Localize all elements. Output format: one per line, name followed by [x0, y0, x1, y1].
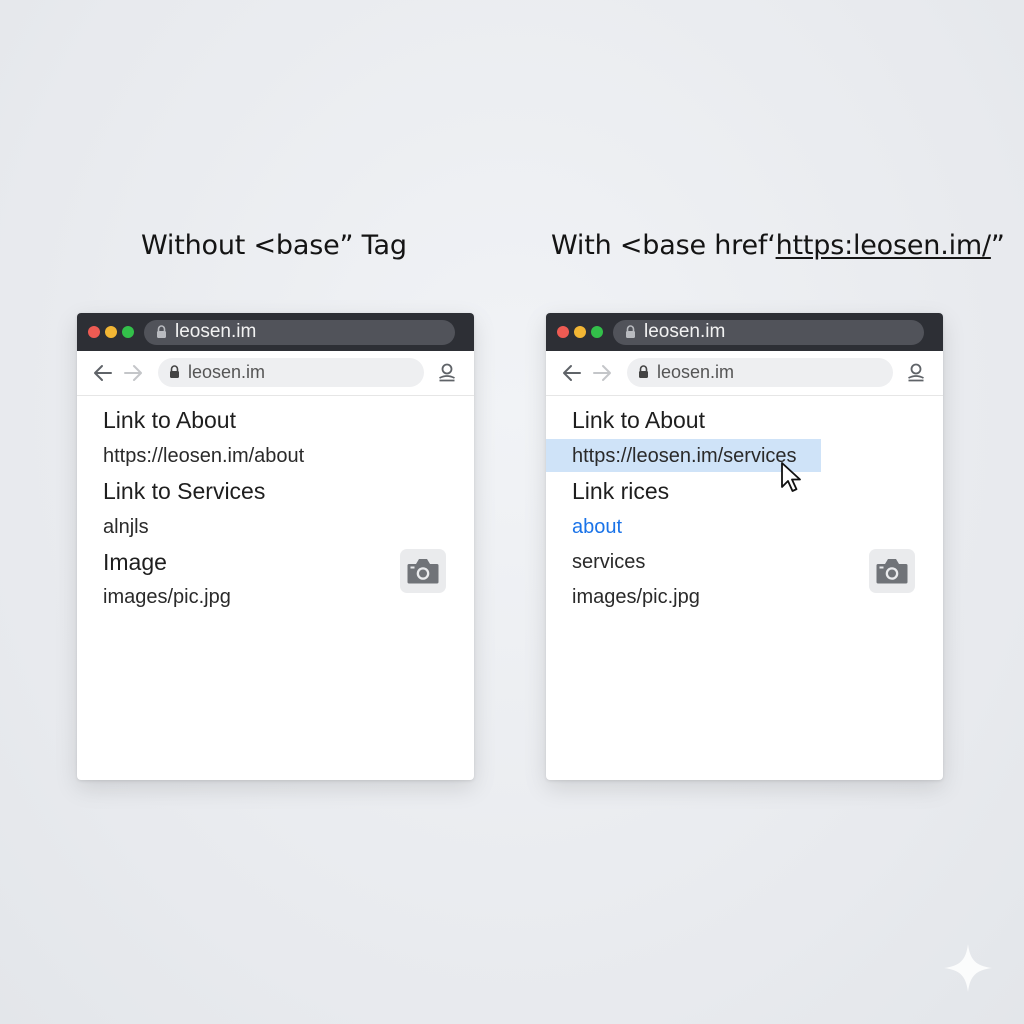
- maximize-window-button[interactable]: [122, 326, 134, 338]
- address-text: leosen.im: [188, 362, 266, 382]
- browser-tab[interactable]: leosen.im: [144, 320, 455, 345]
- minimize-window-button[interactable]: [574, 326, 586, 338]
- services-link[interactable]: services: [572, 551, 645, 574]
- link-to-services-label: Link to Services: [103, 478, 266, 504]
- address-text: leosen.im: [657, 362, 735, 382]
- image-placeholder: [869, 549, 915, 593]
- browser-toolbar: leosen.im: [546, 351, 943, 396]
- close-window-button[interactable]: [557, 326, 569, 338]
- services-url-link[interactable]: https://leosen.im/services: [572, 445, 797, 468]
- arrow-right-icon[interactable]: [591, 363, 613, 383]
- lock-icon: [626, 325, 635, 338]
- arrow-left-icon[interactable]: [561, 363, 583, 383]
- minimize-window-button[interactable]: [105, 326, 117, 338]
- services-link[interactable]: alnjls: [103, 516, 149, 539]
- close-window-button[interactable]: [88, 326, 100, 338]
- browser-window-with-base: leosen.im leosen.im Link to About https:…: [546, 313, 943, 780]
- heading-base-url: https:leosen.im/: [775, 230, 991, 261]
- browser-toolbar: leosen.im: [77, 351, 474, 396]
- about-link[interactable]: about: [572, 516, 622, 539]
- arrow-right-icon[interactable]: [122, 363, 144, 383]
- heading-with-base: With <base href‘https:leosen.im/”: [551, 230, 1005, 261]
- browser-window-without-base: leosen.im leosen.im Link to About https:…: [77, 313, 474, 780]
- user-icon[interactable]: [907, 362, 925, 382]
- link-to-about-label: Link to About: [103, 407, 236, 433]
- title-bar: leosen.im: [77, 313, 474, 351]
- mouse-cursor-icon: [781, 462, 801, 492]
- tab-title: leosen.im: [644, 321, 726, 342]
- lock-icon: [639, 365, 648, 378]
- image-path: images/pic.jpg: [572, 586, 700, 608]
- arrow-left-icon[interactable]: [92, 363, 114, 383]
- heading-with-base-suffix: ”: [990, 230, 1005, 261]
- browser-tab[interactable]: leosen.im: [613, 320, 924, 345]
- user-icon[interactable]: [438, 362, 456, 382]
- lock-icon: [157, 325, 166, 338]
- sparkle-icon: [944, 944, 992, 992]
- image-placeholder: [400, 549, 446, 593]
- camera-icon: [876, 559, 908, 584]
- image-path: images/pic.jpg: [103, 586, 231, 608]
- address-bar[interactable]: leosen.im: [158, 358, 424, 387]
- title-bar: leosen.im: [546, 313, 943, 351]
- lock-icon: [170, 365, 179, 378]
- link-to-about-label: Link to About: [572, 407, 705, 433]
- heading-with-base-prefix: With <base href‘: [551, 230, 776, 261]
- link-rices-label: Link rices: [572, 478, 670, 504]
- address-bar[interactable]: leosen.im: [627, 358, 893, 387]
- maximize-window-button[interactable]: [591, 326, 603, 338]
- about-url-link[interactable]: https://leosen.im/about: [103, 445, 304, 468]
- tab-title: leosen.im: [175, 321, 257, 342]
- camera-icon: [407, 559, 439, 584]
- heading-without-base: Without <base” Tag: [141, 230, 407, 261]
- image-label: Image: [103, 549, 167, 575]
